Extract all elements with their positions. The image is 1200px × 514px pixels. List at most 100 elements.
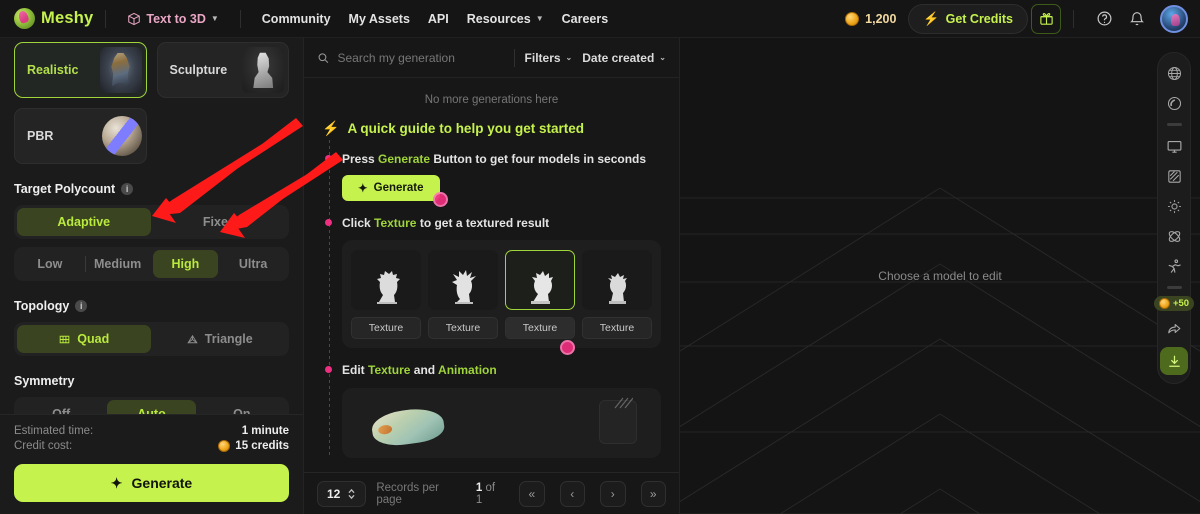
- texture-examples-card: Texture Texture Texture Texture: [342, 240, 661, 356]
- guide-generate-button[interactable]: ✦ Generate: [342, 175, 448, 208]
- credit-cost-value-wrap: 15 credits: [218, 440, 289, 452]
- model-thumbnail[interactable]: [351, 250, 421, 311]
- adaptive-button[interactable]: Adaptive: [17, 208, 151, 236]
- segment-label: Ultra: [238, 257, 268, 271]
- fixed-button[interactable]: Fixed: [153, 208, 287, 236]
- bolt-icon: ⚡: [322, 120, 340, 136]
- gift-icon[interactable]: [1031, 3, 1061, 34]
- shaded-sphere-icon[interactable]: [1161, 90, 1187, 116]
- estimated-time-label: Estimated time:: [14, 425, 94, 437]
- search-icon: [318, 52, 329, 63]
- step-prefix: Press: [342, 152, 379, 166]
- get-credits-label: Get Credits: [945, 11, 1013, 26]
- generate-button[interactable]: ✦ Generate: [14, 464, 289, 502]
- last-page-button[interactable]: »: [640, 480, 666, 507]
- first-page-button[interactable]: «: [519, 480, 545, 507]
- style-label: PBR: [27, 129, 54, 143]
- step-highlight: Texture: [368, 363, 411, 378]
- medium-button[interactable]: Medium: [84, 250, 151, 278]
- credit-balance[interactable]: 1,200: [845, 11, 896, 26]
- symmetry-on-button[interactable]: On: [198, 400, 286, 414]
- quad-button[interactable]: Quad: [17, 325, 151, 353]
- mode-selector-text-to-3d[interactable]: Text to 3D ▼: [118, 6, 227, 32]
- segment-label: High: [171, 257, 200, 271]
- page-current: 1: [475, 481, 483, 494]
- style-card-pbr[interactable]: PBR: [14, 108, 147, 164]
- atom-icon[interactable]: [1161, 223, 1187, 249]
- info-icon[interactable]: i: [75, 300, 88, 312]
- estimated-time-value: 1 minute: [241, 425, 289, 437]
- filters-dropdown[interactable]: Filters ⌄: [525, 51, 573, 65]
- download-icon[interactable]: [1160, 347, 1188, 375]
- 3d-viewport[interactable]: Choose a model to edit +50: [680, 38, 1200, 514]
- meshy-app: Meshy Text to 3D ▼ Community My Assets A…: [0, 0, 1200, 514]
- segment-label: Low: [37, 257, 63, 271]
- high-button[interactable]: High: [152, 250, 219, 278]
- model-thumbnail[interactable]: [582, 250, 652, 311]
- step-highlight-2: Animation: [438, 363, 497, 378]
- wireframe-sphere-icon[interactable]: [1161, 60, 1187, 86]
- model-thumbnail-selected[interactable]: [505, 250, 575, 311]
- hatch-icon[interactable]: [1161, 163, 1187, 189]
- hatch-icon: [614, 397, 633, 408]
- nav-label: Community: [261, 11, 331, 26]
- texture-button[interactable]: Texture: [582, 317, 652, 340]
- texture-button[interactable]: Texture: [505, 317, 575, 340]
- sidebar-scroll-area: Realistic Sculpture PBR Target Polycount…: [0, 38, 303, 414]
- get-credits-button[interactable]: ⚡ Get Credits: [908, 3, 1028, 34]
- topology-segmented: Quad Triangle: [14, 322, 289, 356]
- light-icon[interactable]: [1161, 193, 1187, 219]
- pagination-bar: 12 Records per page 1 of 1 « ‹ › »: [304, 472, 679, 514]
- nav-item-my-assets[interactable]: My Assets: [340, 6, 419, 32]
- divider: [513, 48, 515, 67]
- info-icon[interactable]: i: [121, 183, 134, 195]
- low-button[interactable]: Low: [17, 250, 83, 278]
- bell-icon[interactable]: [1122, 4, 1152, 34]
- nav-item-api[interactable]: API: [419, 6, 458, 32]
- sparkle-icon: ✦: [358, 183, 368, 196]
- symmetry-auto-button[interactable]: Auto: [107, 400, 196, 414]
- texture-thumb-row: Texture Texture Texture Texture: [351, 250, 652, 340]
- style-card-sculpture[interactable]: Sculpture: [156, 42, 289, 98]
- monitor-icon[interactable]: [1161, 133, 1187, 159]
- texture-button[interactable]: Texture: [428, 317, 498, 340]
- records-per-page-select[interactable]: 12: [317, 480, 367, 507]
- nav-item-community[interactable]: Community: [253, 6, 340, 32]
- texture-button[interactable]: Texture: [351, 317, 421, 340]
- segment-label: Off: [52, 407, 71, 414]
- guide-step-generate: Press Generate Button to get four models…: [322, 151, 661, 208]
- next-page-button[interactable]: ›: [600, 480, 626, 507]
- animate-icon[interactable]: [1161, 253, 1187, 279]
- share-icon[interactable]: [1161, 315, 1187, 341]
- step-suffix: Button to get four models in seconds: [430, 152, 647, 166]
- search-input[interactable]: [337, 50, 504, 65]
- search-box[interactable]: [317, 50, 504, 65]
- generations-scroll[interactable]: No more generations here ⚡ A quick guide…: [304, 78, 679, 472]
- symmetry-off-button[interactable]: Off: [17, 400, 105, 414]
- ultra-button[interactable]: Ultra: [220, 250, 286, 278]
- filters-label: Filters: [524, 50, 561, 65]
- sort-dropdown[interactable]: Date created ⌄: [582, 51, 666, 65]
- prev-page-button[interactable]: ‹: [559, 480, 586, 507]
- brand-logo-area[interactable]: Meshy: [14, 8, 93, 29]
- avatar[interactable]: [1160, 4, 1188, 33]
- segment-label: Adaptive: [57, 215, 111, 229]
- sparkle-icon: ✦: [110, 474, 123, 491]
- help-icon[interactable]: [1089, 4, 1119, 34]
- edit-example-card[interactable]: [342, 387, 661, 458]
- style-label: Realistic: [27, 63, 79, 77]
- style-card-realistic[interactable]: Realistic: [14, 42, 147, 98]
- nav-item-resources[interactable]: Resources ▼: [458, 6, 553, 32]
- nav-item-careers[interactable]: Careers: [553, 6, 618, 32]
- nav-label: My Assets: [348, 11, 410, 26]
- credit-badge[interactable]: +50: [1153, 296, 1195, 311]
- generations-panel: Filters ⌄ Date created ⌄ No more generat…: [304, 38, 680, 514]
- meshy-logo-icon: [14, 8, 35, 29]
- divider: [105, 9, 107, 28]
- sculpt-figure-icon: [531, 271, 553, 305]
- divider: [1073, 9, 1074, 28]
- model-thumbnail[interactable]: [428, 250, 498, 311]
- section-title: Target Polycount: [14, 182, 116, 196]
- quad-grid-icon: [59, 335, 70, 343]
- triangle-button[interactable]: Triangle: [153, 325, 287, 353]
